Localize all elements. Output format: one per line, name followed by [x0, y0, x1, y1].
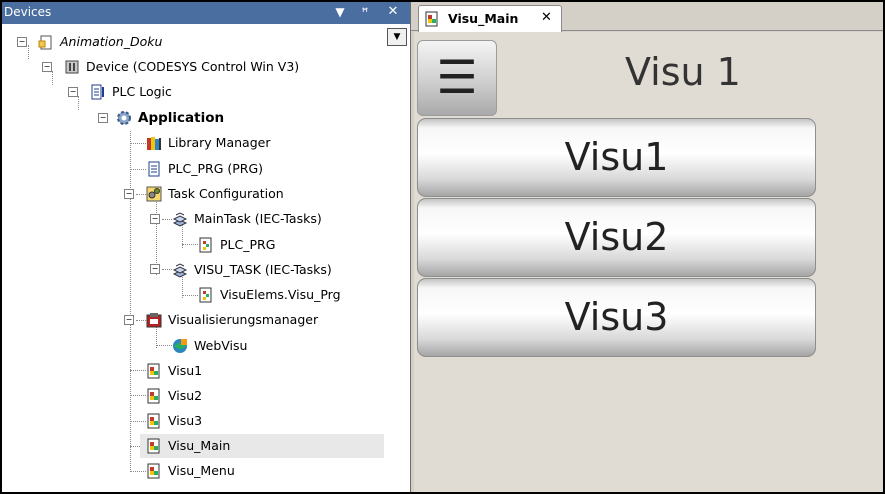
devices-panel-title: Devices — [4, 5, 52, 19]
tree-item-device[interactable]: Device (CODESYS Control Win V3) — [64, 57, 364, 77]
visualization-icon — [425, 11, 438, 27]
tree-item-visu-task[interactable]: VISU_TASK (IEC-Tasks) — [172, 260, 382, 280]
tab-label: Visu_Main — [448, 11, 519, 26]
editor-tab-bar: Visu_Main ✕ — [411, 2, 883, 32]
collapse-toggle-icon[interactable]: − — [98, 113, 108, 123]
visualization-icon — [147, 438, 160, 454]
ide-window: Devices ▼ ꟸ ✕ − − − − − − − − Animation_… — [2, 2, 883, 492]
program-document-icon — [148, 161, 160, 177]
tree-item-visualisierungsmanager[interactable]: Visualisierungsmanager — [146, 310, 376, 330]
collapse-toggle-icon[interactable]: − — [150, 264, 160, 274]
visualization-icon — [147, 363, 160, 379]
tree-item-webvisu[interactable]: WebVisu — [172, 336, 322, 356]
task-icon — [172, 212, 188, 227]
collapse-toggle-icon[interactable]: − — [17, 37, 27, 47]
visualization-manager-icon — [146, 313, 162, 328]
device-icon — [65, 60, 79, 74]
visualization-icon — [147, 463, 160, 479]
devices-panel-header: Devices ▼ ꟸ ✕ — [2, 2, 410, 24]
tree-item-visu1[interactable]: Visu1 — [146, 361, 266, 381]
project-icon — [38, 35, 52, 50]
close-tab-icon[interactable]: ✕ — [541, 10, 552, 25]
visu2-button[interactable]: Visu2 — [417, 198, 816, 277]
visualization-icon — [147, 413, 160, 429]
tree-item-maintask[interactable]: MainTask (IEC-Tasks) — [172, 209, 372, 229]
collapse-toggle-icon[interactable]: − — [150, 214, 160, 224]
tree-item-visu-main[interactable]: Visu_Main — [140, 434, 384, 458]
close-panel-icon[interactable]: ✕ — [385, 4, 401, 20]
tree-item-visuelems-visu-prg[interactable]: VisuElems.Visu_Prg — [198, 285, 388, 305]
visualization-canvas: ☰ Visu 1 Visu1 Visu2 Visu3 — [414, 32, 883, 492]
program-call-icon — [199, 237, 212, 253]
tree-item-visu-menu[interactable]: Visu_Menu — [146, 461, 286, 481]
visualization-icon — [147, 388, 160, 404]
tree-item-visu3[interactable]: Visu3 — [146, 411, 266, 431]
tree-item-visu2[interactable]: Visu2 — [146, 386, 266, 406]
collapse-toggle-icon[interactable]: − — [124, 315, 134, 325]
tree-item-library-manager[interactable]: Library Manager — [146, 133, 346, 153]
tree-item-plc-prg-call[interactable]: PLC_PRG — [198, 235, 348, 255]
application-gear-icon — [117, 111, 131, 125]
program-call-icon — [199, 287, 212, 303]
tree-dropdown-button[interactable]: ▼ — [387, 28, 407, 46]
visu1-button[interactable]: Visu1 — [417, 118, 816, 197]
collapse-toggle-icon[interactable]: − — [42, 62, 52, 72]
visu3-button[interactable]: Visu3 — [417, 278, 816, 357]
collapse-toggle-icon[interactable]: − — [124, 189, 134, 199]
hamburger-menu-icon: ☰ — [436, 50, 478, 104]
tree-item-plc-prg[interactable]: PLC_PRG (PRG) — [146, 159, 346, 179]
webvisu-icon — [173, 339, 187, 353]
task-icon — [172, 263, 188, 278]
library-manager-icon — [147, 137, 161, 150]
task-configuration-icon — [146, 186, 162, 202]
plc-logic-icon — [91, 84, 104, 100]
collapse-toggle-icon[interactable]: − — [68, 87, 78, 97]
devices-panel: Devices ▼ ꟸ ✕ − − − − − − − − Animation_… — [2, 2, 411, 492]
tab-visu-main[interactable]: Visu_Main ✕ — [418, 5, 562, 32]
panel-dropdown-icon[interactable]: ▼ — [332, 4, 348, 20]
menu-button[interactable]: ☰ — [417, 40, 497, 116]
device-tree: − − − − − − − − Animation_Doku Device (C… — [2, 24, 410, 492]
tree-item-plc-logic[interactable]: PLC Logic — [90, 82, 290, 102]
pin-icon[interactable]: ꟸ — [357, 4, 373, 20]
tree-item-task-configuration[interactable]: Task Configuration — [146, 184, 346, 204]
visu-title: Visu 1 — [625, 50, 741, 94]
visualization-editor: Visu_Main ✕ ☰ Visu 1 Visu1 Visu2 Visu3 — [411, 2, 883, 492]
tree-item-application[interactable]: Application — [116, 108, 316, 128]
tree-item-animation-doku[interactable]: Animation_Doku — [38, 32, 238, 52]
